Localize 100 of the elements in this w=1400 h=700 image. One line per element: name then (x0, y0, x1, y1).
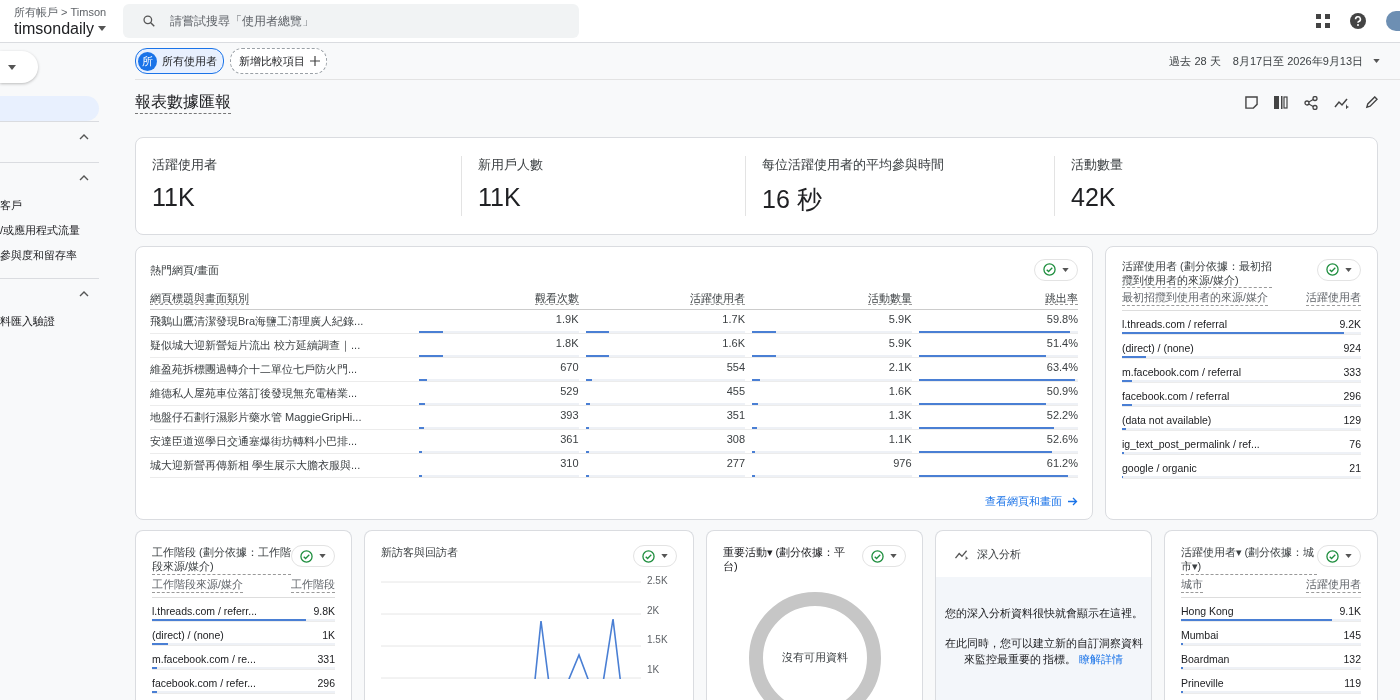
city-label: Prineville (1181, 676, 1224, 691)
source-label: l.threads.com / referral (1122, 318, 1228, 333)
column-header[interactable]: 活動數量 (867, 291, 912, 305)
metric-value: 52.2% (1046, 407, 1078, 422)
metric-value: 308 (726, 431, 745, 446)
metric-value: 63.4% (1046, 359, 1078, 374)
column-header[interactable]: 工作階段 (291, 577, 335, 593)
source-label: m.facebook.com / re... (152, 652, 256, 667)
source-label: facebook.com / refer... (152, 676, 256, 691)
check-circle-icon (1326, 263, 1339, 277)
column-header[interactable]: 最初招攬到使用者的來源/媒介 (1122, 291, 1268, 307)
pencil-icon[interactable] (1365, 96, 1378, 109)
card-title: 熱門網頁/畫面 (150, 262, 220, 278)
metric-value: 455 (726, 383, 745, 398)
column-header[interactable]: 活躍使用者 (1306, 291, 1361, 307)
chevron-icon[interactable] (79, 134, 89, 140)
metric-value: 310 (560, 455, 579, 470)
insights-message: 您的深入分析資料很快就會顯示在這裡。 (944, 607, 1143, 621)
page-title-cell-text: 城大迎新營再傳新相 學生展示大膽衣服與... (150, 457, 362, 473)
columns-icon[interactable] (1274, 96, 1288, 109)
insights-note: 在此同時，您可以建立新的自訂洞察資料來監控最重要的 指標。 瞭解詳情 (944, 636, 1143, 668)
metric-value: 132 (1343, 652, 1361, 667)
card-title: 活躍使用者 (劃分依據：最初招攬到使用者的來源/媒介) (1122, 258, 1272, 289)
caret-icon (1345, 267, 1352, 272)
axis-tick-label: 1K (647, 663, 661, 675)
metric-value: 9.2K (1339, 318, 1361, 333)
metric-value: 5.9K (888, 335, 912, 350)
page-title-cell-text: 維德私人屋苑車位落訂後發現無充電樁業... (150, 385, 359, 401)
metric-value: 1.3K (888, 407, 912, 422)
column-header[interactable]: 城市 (1181, 577, 1203, 593)
property-selector[interactable]: timsondaily (14, 19, 123, 38)
nav-item[interactable]: /或應用程式流量 (0, 218, 99, 243)
column-header[interactable]: 觀看次數 (534, 291, 579, 305)
kpi-label: 活躍使用者 (152, 155, 218, 174)
metric-value: 1K (322, 628, 335, 643)
view-pages-link[interactable]: 查看網頁和畫面 (985, 494, 1078, 509)
page-title-cell-text: 飛鵝山鷹清潔發現Bra海鹽工淸理廣人紀錄... (150, 313, 365, 329)
city-label: Boardman (1181, 652, 1230, 667)
help-icon[interactable] (1350, 13, 1366, 29)
metric-value: 529 (560, 383, 579, 398)
caret-icon (1345, 554, 1352, 558)
kpi-value: 16 秒 (762, 183, 823, 215)
metric-value: 1.8K (555, 335, 579, 350)
source-label: (direct) / (none) (152, 628, 224, 643)
metric-value: 50.9% (1046, 383, 1078, 398)
nav-item[interactable]: 客戶 (0, 193, 99, 218)
avatar[interactable] (1386, 11, 1400, 31)
caret-icon (1373, 59, 1380, 64)
filter-chip[interactable]: 新增比較項目 (230, 48, 327, 75)
page-title-cell-text: 安達臣道巡學日交通塞爆街坊轉料小巴排... (150, 433, 359, 449)
metric-value: 59.8% (1046, 311, 1078, 326)
report-title: 報表數據匯報 (135, 91, 231, 114)
chevron-icon[interactable] (79, 291, 89, 297)
metric-value: 21 (1349, 462, 1361, 477)
compare-button[interactable] (1317, 258, 1361, 281)
kpi-value: 11K (152, 182, 196, 212)
card-title: 工作階段 (劃分依據：工作階段來源/媒介) (152, 545, 291, 575)
page-title-cell-text: 地盤仔石劃行濕影片藥水管 MaggieGripHi... (150, 409, 363, 425)
note-icon[interactable] (1245, 96, 1258, 109)
compare-button[interactable] (291, 545, 335, 567)
card-title: 新訪客與回訪者 (381, 545, 458, 560)
compare-button[interactable] (1317, 545, 1361, 567)
card-title: 重要活動▾ (劃分依據：平台) (723, 545, 847, 574)
city-label: Hong Kong (1181, 604, 1234, 619)
compare-button[interactable] (1034, 258, 1078, 281)
compare-button[interactable] (633, 545, 677, 567)
plus-icon (310, 56, 320, 67)
nav-item[interactable]: 料匯入驗證 (0, 309, 99, 334)
source-label: ig_text_post_permalink / ref... (1122, 438, 1260, 453)
compare-button[interactable] (862, 545, 906, 567)
metric-value: 670 (560, 359, 579, 374)
kpi-value: 11K (478, 182, 522, 212)
check-circle-icon (1043, 263, 1056, 277)
metric-value: 277 (726, 455, 745, 470)
share-icon[interactable] (1304, 95, 1318, 110)
trend-sparkle-icon[interactable] (1334, 96, 1349, 109)
column-header[interactable]: 活躍使用者 (690, 291, 745, 305)
date-range-picker[interactable]: 8月17日至 2026年9月13日 (1226, 52, 1386, 70)
apps-grid-icon[interactable] (1316, 14, 1330, 28)
metric-value: 76 (1349, 438, 1361, 453)
metric-value: 1.9K (555, 311, 579, 326)
kpi-value: 42K (1071, 182, 1117, 212)
breadcrumb[interactable]: 所有帳戶 > Timson (14, 4, 123, 20)
column-header[interactable]: 網頁標題與畫面類別 (150, 291, 249, 305)
metric-value: 2.1K (888, 359, 912, 374)
source-label: (direct) / (none) (1122, 342, 1194, 357)
column-header[interactable]: 工作階段來源/媒介 (152, 577, 243, 593)
learn-more-link[interactable]: 瞭解詳情 (1079, 653, 1124, 666)
caret-icon (8, 64, 16, 70)
caret-icon (661, 554, 668, 558)
column-header[interactable]: 活躍使用者 (1306, 577, 1361, 593)
metric-value: 145 (1343, 628, 1361, 643)
metric-value: 5.9K (888, 311, 912, 326)
column-header[interactable]: 跳出率 (1045, 291, 1078, 305)
filter-chip[interactable]: 所 所有使用者 (135, 48, 224, 75)
kpi-label: 活動數量 (1071, 155, 1124, 174)
chevron-icon[interactable] (79, 175, 89, 181)
metric-value: 9.1K (1339, 604, 1361, 619)
check-circle-icon (642, 549, 655, 563)
nav-item[interactable]: 參與度和留存率 (0, 243, 99, 268)
